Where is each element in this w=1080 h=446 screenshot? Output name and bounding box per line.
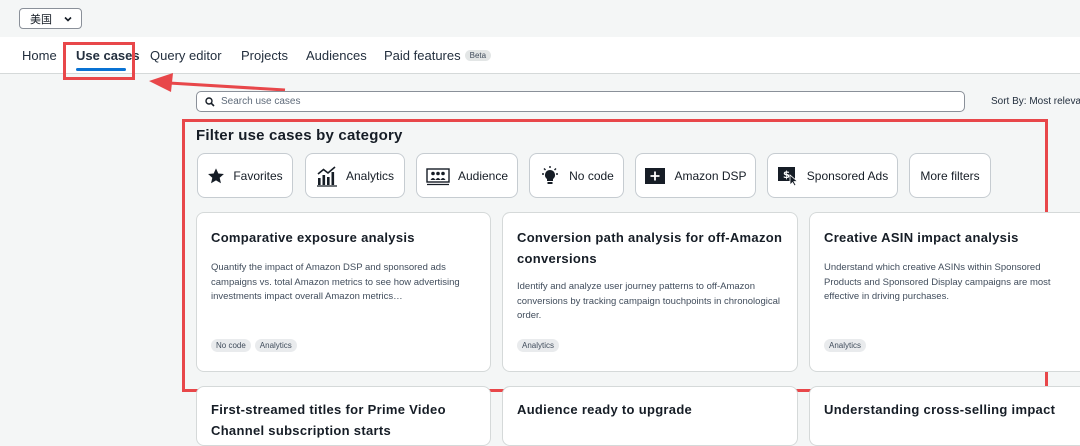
filter-chip-more-filters[interactable]: More filters xyxy=(909,153,991,198)
card-title: Conversion path analysis for off-Amazon … xyxy=(517,230,783,266)
sort-dropdown[interactable]: Sort By: Most releva xyxy=(991,96,1080,107)
use-case-card[interactable]: Understanding cross-selling impact xyxy=(809,386,1080,446)
filter-chip-no-code[interactable]: No code xyxy=(529,153,624,198)
tag-badge: Analytics xyxy=(517,339,560,352)
card-tags: Analytics xyxy=(517,335,563,353)
top-bar: 美国 xyxy=(0,0,1080,37)
card-title: Understanding cross-selling impact xyxy=(824,402,1056,417)
card-tags: No code Analytics xyxy=(211,335,301,353)
filter-chip-favorites[interactable]: Favorites xyxy=(197,153,293,198)
dsp-icon xyxy=(645,167,666,184)
nav-item-audiences[interactable]: Audiences xyxy=(306,48,367,63)
nav-item-query-editor[interactable]: Query editor xyxy=(150,48,222,63)
region-select[interactable]: 美国 xyxy=(19,8,82,29)
annotation-highlight-tab xyxy=(63,42,135,80)
use-case-card[interactable]: Creative ASIN impact analysis Understand… xyxy=(809,212,1080,372)
card-description: Understand which creative ASINs within S… xyxy=(824,262,1051,302)
nav-item-paid-features-label: Paid features xyxy=(384,48,461,63)
filter-chip-sponsored-ads[interactable]: $ Sponsored Ads xyxy=(767,153,898,198)
search-icon xyxy=(205,97,215,107)
region-select-value: 美国 xyxy=(30,13,52,26)
search-placeholder: Search use cases xyxy=(221,96,301,107)
card-tags: Analytics xyxy=(824,335,870,353)
lightbulb-icon xyxy=(542,165,559,184)
nav-item-home[interactable]: Home xyxy=(22,48,57,63)
analytics-icon xyxy=(316,165,337,187)
nav-bar: Home Use cases Query editor Projects Aud… xyxy=(0,37,1080,74)
use-case-card[interactable]: First-streamed titles for Prime Video Ch… xyxy=(196,386,491,446)
use-case-card[interactable]: Conversion path analysis for off-Amazon … xyxy=(502,212,798,372)
card-title: Audience ready to upgrade xyxy=(517,402,693,417)
filter-chip-label: Sponsored Ads xyxy=(806,168,889,183)
search-input[interactable]: Search use cases xyxy=(196,91,965,112)
use-case-card[interactable]: Comparative exposure analysis Quantify t… xyxy=(196,212,491,372)
card-description: Quantify the impact of Amazon DSP and sp… xyxy=(211,262,460,302)
star-icon xyxy=(208,167,225,183)
filter-chip-label: Amazon DSP xyxy=(674,168,747,183)
chevron-down-icon xyxy=(64,16,72,22)
filter-chip-audience[interactable]: Audience xyxy=(416,153,518,198)
tag-badge: Analytics xyxy=(824,339,867,352)
filter-chip-label: No code xyxy=(569,168,614,183)
nav-item-paid-features[interactable]: Paid features Beta xyxy=(384,48,492,63)
filter-chip-label: Favorites xyxy=(233,168,283,183)
card-title: First-streamed titles for Prime Video Ch… xyxy=(211,402,446,438)
audience-icon xyxy=(426,167,450,185)
tag-badge: No code xyxy=(211,339,251,352)
beta-badge: Beta xyxy=(464,50,492,61)
card-title: Creative ASIN impact analysis xyxy=(824,230,1019,245)
filter-chip-amazon-dsp[interactable]: Amazon DSP xyxy=(635,153,756,198)
card-title: Comparative exposure analysis xyxy=(211,230,415,245)
tag-badge: Analytics xyxy=(254,339,297,352)
use-case-card[interactable]: Audience ready to upgrade xyxy=(502,386,798,446)
svg-text:$: $ xyxy=(783,170,790,181)
filter-chip-label: Analytics xyxy=(345,168,395,183)
card-description: Identify and analyze user journey patter… xyxy=(517,281,780,321)
filter-chip-label: Audience xyxy=(457,168,509,183)
filter-chip-analytics[interactable]: Analytics xyxy=(305,153,405,198)
nav-item-projects[interactable]: Projects xyxy=(241,48,288,63)
filter-section-title: Filter use cases by category xyxy=(196,127,403,144)
filter-chip-label: More filters xyxy=(920,168,980,183)
sponsored-ads-icon: $ xyxy=(777,166,799,186)
